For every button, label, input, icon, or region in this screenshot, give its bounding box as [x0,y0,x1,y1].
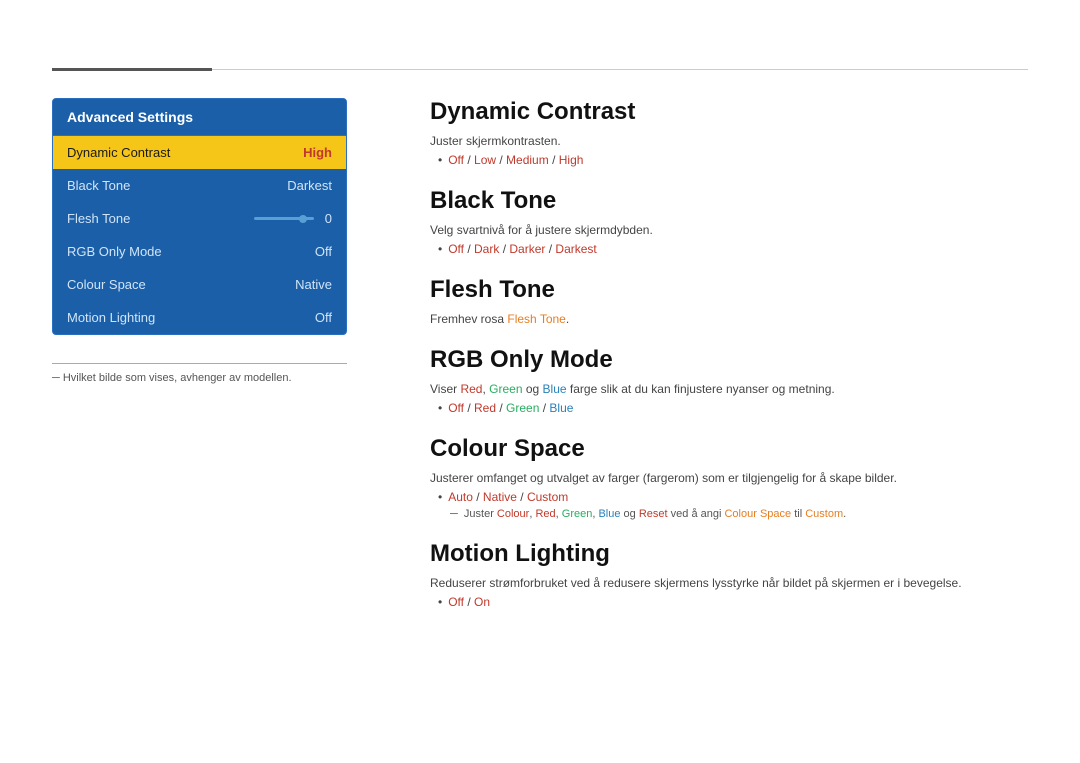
flesh-tone-slider-thumb [299,215,307,223]
section-rgb-only-mode-desc: Viser Red, Green og Blue farge slik at d… [430,382,1028,396]
rgb-only-mode-options: Off / Red / Green / Blue [448,401,573,415]
colour-space-options: Auto / Native / Custom [448,490,568,504]
menu-item-black-tone-value: Darkest [287,178,332,193]
flesh-tone-slider-container: 0 [254,211,332,226]
advanced-settings-title: Advanced Settings [53,99,346,136]
section-flesh-tone: Flesh Tone Fremhev rosa Flesh Tone. [430,276,1028,326]
menu-item-dynamic-contrast-value: High [303,145,332,160]
left-panel: Advanced Settings Dynamic Contrast High … [52,98,347,384]
right-content: Dynamic Contrast Juster skjermkontrasten… [430,98,1028,629]
dynamic-contrast-options: Off / Low / Medium / High [448,153,583,167]
section-black-tone-title: Black Tone [430,187,1028,215]
bullet-dot: • [438,242,442,256]
section-colour-space-title: Colour Space [430,435,1028,463]
menu-item-rgb-only-mode[interactable]: RGB Only Mode Off [53,235,346,268]
menu-item-dynamic-contrast-label: Dynamic Contrast [67,145,170,160]
menu-item-black-tone-label: Black Tone [67,178,130,193]
section-dynamic-contrast-desc: Juster skjermkontrasten. [430,134,1028,148]
section-rgb-only-mode-bullet: • Off / Red / Green / Blue [430,401,1028,415]
section-colour-space-bullet: • Auto / Native / Custom [430,490,1028,504]
progress-empty [212,69,1028,70]
section-motion-lighting-desc: Reduserer strømforbruket ved å redusere … [430,576,1028,590]
section-colour-space-desc: Justerer omfanget og utvalget av farger … [430,471,1028,485]
section-black-tone-bullet: • Off / Dark / Darker / Darkest [430,242,1028,256]
menu-item-colour-space-value: Native [295,277,332,292]
menu-item-dynamic-contrast[interactable]: Dynamic Contrast High [53,136,346,169]
flesh-tone-value: 0 [320,211,332,226]
flesh-tone-slider-track[interactable] [254,217,314,220]
section-dynamic-contrast: Dynamic Contrast Juster skjermkontrasten… [430,98,1028,167]
top-progress-bar [52,68,1028,71]
section-flesh-tone-title: Flesh Tone [430,276,1028,304]
section-motion-lighting: Motion Lighting Reduserer strømforbruket… [430,540,1028,609]
note-text: ─ Hvilket bilde som vises, avhenger av m… [52,372,347,384]
bullet-dot: • [438,401,442,415]
section-rgb-only-mode: RGB Only Mode Viser Red, Green og Blue f… [430,346,1028,415]
motion-lighting-options: Off / On [448,595,490,609]
menu-item-rgb-only-mode-label: RGB Only Mode [67,244,162,259]
black-tone-options: Off / Dark / Darker / Darkest [448,242,597,256]
section-black-tone: Black Tone Velg svartnivå for å justere … [430,187,1028,256]
advanced-settings-box: Advanced Settings Dynamic Contrast High … [52,98,347,335]
bullet-dot: • [438,490,442,504]
progress-filled [52,68,212,71]
menu-item-black-tone[interactable]: Black Tone Darkest [53,169,346,202]
menu-item-motion-lighting[interactable]: Motion Lighting Off [53,301,346,334]
subnote-text: ─ Juster Colour, Red, Green, Blue og Res… [450,508,846,520]
section-motion-lighting-title: Motion Lighting [430,540,1028,568]
section-flesh-tone-desc: Fremhev rosa Flesh Tone. [430,312,1028,326]
menu-item-motion-lighting-label: Motion Lighting [67,310,155,325]
note-section: ─ Hvilket bilde som vises, avhenger av m… [52,363,347,384]
section-colour-space: Colour Space Justerer omfanget og utvalg… [430,435,1028,520]
bullet-dot: • [438,595,442,609]
colour-space-subnote: ─ Juster Colour, Red, Green, Blue og Res… [430,508,1028,520]
menu-item-rgb-only-mode-value: Off [315,244,332,259]
menu-item-colour-space-label: Colour Space [67,277,146,292]
section-dynamic-contrast-title: Dynamic Contrast [430,98,1028,126]
section-rgb-only-mode-title: RGB Only Mode [430,346,1028,374]
section-black-tone-desc: Velg svartnivå for å justere skjermdybde… [430,223,1028,237]
section-dynamic-contrast-bullet: • Off / Low / Medium / High [430,153,1028,167]
menu-item-flesh-tone-label: Flesh Tone [67,211,130,226]
section-motion-lighting-bullet: • Off / On [430,595,1028,609]
menu-item-colour-space[interactable]: Colour Space Native [53,268,346,301]
bullet-dot: • [438,153,442,167]
menu-item-motion-lighting-value: Off [315,310,332,325]
menu-item-flesh-tone[interactable]: Flesh Tone 0 [53,202,346,235]
